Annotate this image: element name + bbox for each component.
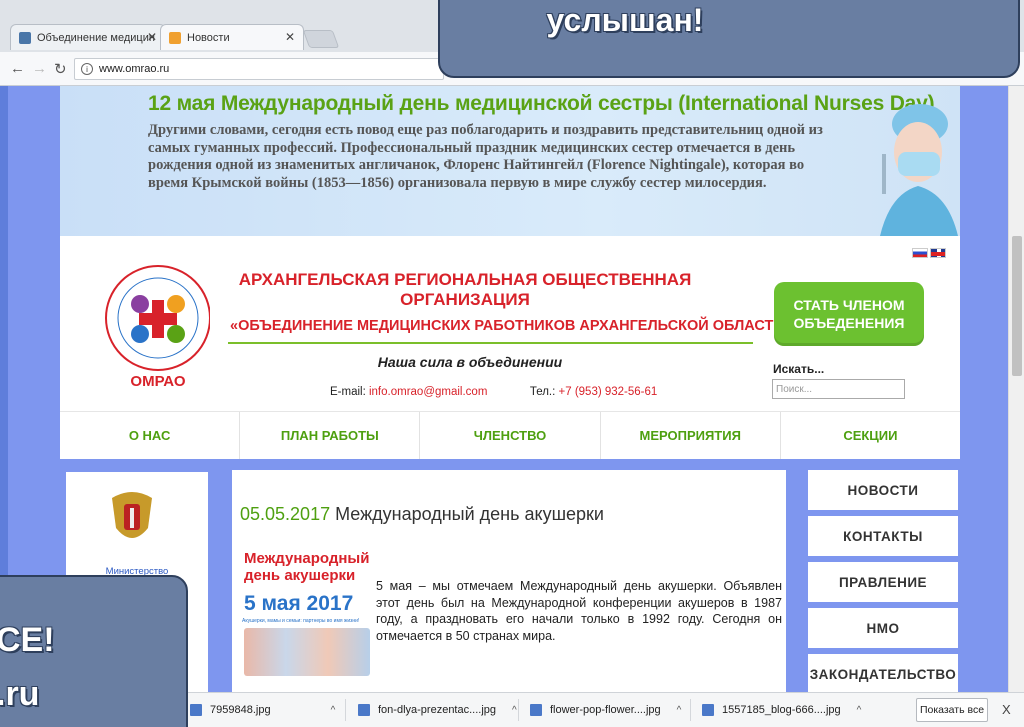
chevron-up-icon[interactable]: ^ [331, 705, 336, 716]
tab-label: Новости [187, 31, 230, 44]
vertical-scrollbar[interactable] [1008, 86, 1024, 692]
org-title: АРХАНГЕЛЬСКАЯ РЕГИОНАЛЬНАЯ ОБЩЕСТВЕННАЯ … [238, 270, 692, 309]
close-icon[interactable]: ✕ [285, 30, 295, 44]
image-line-1: Международный день акушерки [244, 550, 369, 584]
chevron-up-icon[interactable]: ^ [512, 705, 517, 716]
email-link[interactable]: info.omrao@gmail.com [369, 386, 487, 398]
image-file-icon [702, 704, 714, 716]
overlay-text-top: услышан! [546, 2, 704, 38]
site-favicon-icon [169, 31, 181, 44]
image-file-icon [190, 704, 202, 716]
download-item[interactable]: flower-pop-flower....jpg ^ [530, 699, 681, 721]
forward-icon[interactable]: → [32, 60, 47, 77]
overlay-text-bottom-2: .ru [0, 675, 40, 713]
join-button[interactable]: СТАТЬ ЧЛЕНОМ ОБЪЕДЕНЕНИЯ [774, 282, 924, 346]
coat-of-arms-icon [112, 492, 152, 538]
side-item-board[interactable]: ПРАВЛЕНИЕ [808, 562, 958, 602]
russian-flag-icon[interactable] [912, 248, 928, 258]
separator [690, 699, 691, 721]
phone-link[interactable]: +7 (953) 932-56-61 [559, 386, 658, 398]
news-article: 05.05.2017 Международный день акушерки М… [232, 470, 786, 692]
image-text-1: Международный [244, 550, 370, 567]
image-file-icon [358, 704, 370, 716]
motto: Наша сила в объединении [377, 354, 563, 370]
close-icon[interactable]: X [1002, 702, 1011, 717]
hero-banner: 12 мая Международный день медицинской се… [60, 86, 960, 236]
article-text: 5 мая – мы отмечаем Международный день а… [376, 579, 782, 643]
menu-item-work-plan[interactable]: ПЛАН РАБОТЫ [240, 412, 421, 459]
nurse-image [880, 104, 958, 236]
article-date: 05.05.2017 [240, 504, 331, 524]
new-tab-button[interactable] [302, 30, 340, 48]
hero-text: Другими словами, сегодня есть повод еще … [148, 122, 823, 191]
org-subtitle: «ОБЪЕДИНЕНИЕ МЕДИЦИНСКИХ РАБОТНИКОВ АРХА… [230, 318, 792, 334]
search-label: Искать... [773, 362, 825, 376]
join-label-1: СТАТЬ ЧЛЕНОМ [793, 297, 905, 313]
image-text-2: день акушерки [244, 567, 356, 584]
side-item-contacts[interactable]: КОНТАКТЫ [808, 516, 958, 556]
article-title[interactable]: 05.05.2017 Международный день акушерки [240, 504, 604, 525]
overlay-callout-top: услышан! [438, 0, 1020, 78]
side-item-legislation[interactable]: ЗАКОНДАТЕЛЬСТВО [808, 654, 958, 692]
download-item[interactable]: fon-dlya-prezentac....jpg ^ [358, 699, 517, 721]
image-file-icon [530, 704, 542, 716]
scrollbar-thumb[interactable] [1012, 236, 1022, 376]
phone-label: Тел.: [529, 386, 556, 398]
download-filename: flower-pop-flower....jpg [550, 704, 661, 716]
download-filename: 7959848.jpg [210, 704, 271, 716]
download-filename: 1557185_blog-666....jpg [722, 704, 841, 716]
overlay-text-bottom-1: СЕ! [0, 621, 55, 659]
uk-flag-icon[interactable] [930, 248, 946, 258]
divider [228, 342, 753, 344]
back-icon[interactable]: ← [10, 60, 25, 77]
email-label: E-mail: [330, 386, 366, 398]
contacts: E-mail: info.omrao@gmail.com Тел.: +7 (9… [330, 386, 657, 398]
reload-icon[interactable]: ↻ [54, 60, 67, 78]
close-icon[interactable]: ✕ [147, 30, 157, 44]
chevron-up-icon[interactable]: ^ [857, 705, 862, 716]
side-menu: НОВОСТИ КОНТАКТЫ ПРАВЛЕНИЕ НМО ЗАКОНДАТЕ… [808, 470, 958, 692]
menu-item-sections[interactable]: СЕКЦИИ [781, 412, 960, 459]
menu-item-events[interactable]: МЕРОПРИЯТИЯ [601, 412, 781, 459]
site-header: ОМРАО АРХАНГЕЛЬСКАЯ РЕГИОНАЛЬНАЯ ОБЩЕСТВ… [60, 236, 960, 411]
image-caption: Акушерки, мамы и семьи: партнеры во имя … [242, 618, 360, 624]
tab-news[interactable]: Новости ✕ [160, 24, 304, 50]
url-field[interactable]: i www.omrao.ru [74, 58, 444, 80]
separator [345, 699, 346, 721]
omrao-logo[interactable]: ОМРАО [100, 246, 210, 406]
article-heading: Международный день акушерки [335, 504, 604, 524]
side-item-nmo[interactable]: НМО [808, 608, 958, 648]
join-label-2: ОБЪЕДЕНЕНИЯ [793, 315, 905, 331]
vk-icon [19, 31, 31, 44]
hero-title: 12 мая Международный день медицинской се… [148, 92, 935, 115]
show-all-downloads-button[interactable]: Показать все [916, 698, 988, 722]
svg-text:ОМРАО: ОМРАО [130, 373, 185, 390]
site-container: 12 мая Международный день медицинской се… [60, 86, 960, 692]
main-menu: О НАС ПЛАН РАБОТЫ ЧЛЕНСТВО МЕРОПРИЯТИЯ С… [60, 411, 960, 459]
separator [518, 699, 519, 721]
info-icon[interactable]: i [81, 63, 93, 75]
menu-item-membership[interactable]: ЧЛЕНСТВО [420, 412, 601, 459]
search-input[interactable] [772, 379, 905, 399]
download-filename: fon-dlya-prezentac....jpg [378, 704, 497, 716]
tab-label: Объединение медицин [37, 31, 155, 44]
image-date: 5 мая 2017 [244, 592, 354, 615]
language-switcher [912, 248, 946, 258]
overlay-callout-bottom: СЕ! .ru [0, 575, 188, 727]
image-photos [244, 628, 370, 676]
article-image[interactable]: Международный день акушерки 5 мая 2017 А… [240, 548, 374, 680]
download-item[interactable]: 1557185_blog-666....jpg ^ [702, 699, 861, 721]
url-text: www.omrao.ru [99, 63, 170, 75]
chevron-up-icon[interactable]: ^ [677, 705, 682, 716]
side-item-news[interactable]: НОВОСТИ [808, 470, 958, 510]
menu-item-about[interactable]: О НАС [60, 412, 241, 459]
tab-omrao-vk[interactable]: Объединение медицин ✕ [10, 24, 166, 50]
download-item[interactable]: 7959848.jpg ^ [190, 699, 335, 721]
